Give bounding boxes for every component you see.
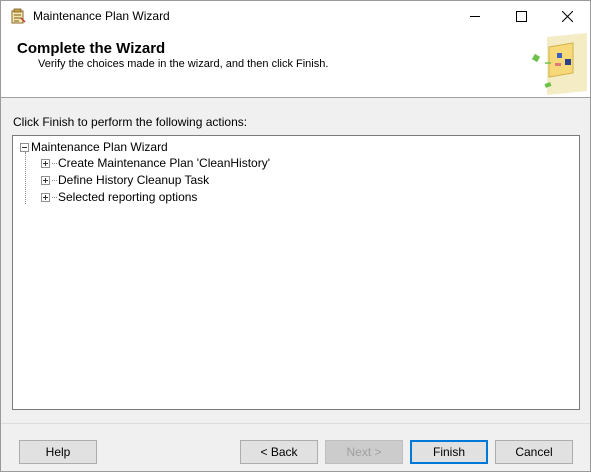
actions-tree[interactable]: Maintenance Plan Wizard Create Maintenan… — [12, 135, 580, 410]
maximize-button[interactable] — [498, 1, 544, 31]
wizard-footer: Help < Back Next > Finish Cancel — [1, 424, 590, 471]
page-title: Complete the Wizard — [17, 40, 166, 57]
next-button[interactable]: Next > — [325, 440, 403, 464]
tree-dotline — [52, 162, 57, 164]
help-button[interactable]: Help — [19, 440, 97, 464]
wizard-app-icon — [10, 8, 26, 24]
cancel-button[interactable]: Cancel — [495, 440, 573, 464]
maximize-icon — [515, 10, 527, 22]
expand-icon[interactable] — [41, 192, 50, 202]
minimize-icon — [469, 15, 480, 17]
tree-node-label: Create Maintenance Plan 'CleanHistory' — [58, 156, 271, 170]
wizard-header: Complete the Wizard Verify the choices m… — [1, 31, 590, 97]
tree-node-root[interactable]: Maintenance Plan Wizard — [20, 139, 168, 155]
tree-dotline — [52, 179, 57, 181]
close-icon — [561, 10, 573, 22]
expand-icon[interactable] — [41, 158, 50, 168]
wizard-illustration-icon — [525, 33, 589, 95]
wizard-window: Maintenance Plan Wizard Complete the Wiz… — [0, 0, 591, 472]
wizard-body: Click Finish to perform the following ac… — [1, 98, 590, 423]
window-title: Maintenance Plan Wizard — [33, 9, 170, 23]
expand-icon[interactable] — [41, 175, 50, 185]
tree-node-create-plan[interactable]: Create Maintenance Plan 'CleanHistory' — [41, 155, 270, 171]
page-subtitle: Verify the choices made in the wizard, a… — [38, 58, 329, 70]
tree-node-label: Selected reporting options — [58, 190, 198, 204]
finish-button[interactable]: Finish — [410, 440, 488, 464]
tree-node-label: Define History Cleanup Task — [58, 173, 210, 187]
title-bar[interactable]: Maintenance Plan Wizard — [1, 1, 590, 31]
minimize-button[interactable] — [452, 1, 498, 31]
close-button[interactable] — [544, 1, 590, 31]
tree-node-label: Maintenance Plan Wizard — [31, 140, 168, 154]
tree-dotline — [52, 196, 57, 198]
tree-node-reporting[interactable]: Selected reporting options — [41, 189, 197, 205]
back-button[interactable]: < Back — [240, 440, 318, 464]
instruction-text: Click Finish to perform the following ac… — [13, 115, 248, 129]
tree-node-history-cleanup[interactable]: Define History Cleanup Task — [41, 172, 209, 188]
collapse-icon[interactable] — [20, 142, 29, 152]
tree-connector — [25, 152, 26, 204]
